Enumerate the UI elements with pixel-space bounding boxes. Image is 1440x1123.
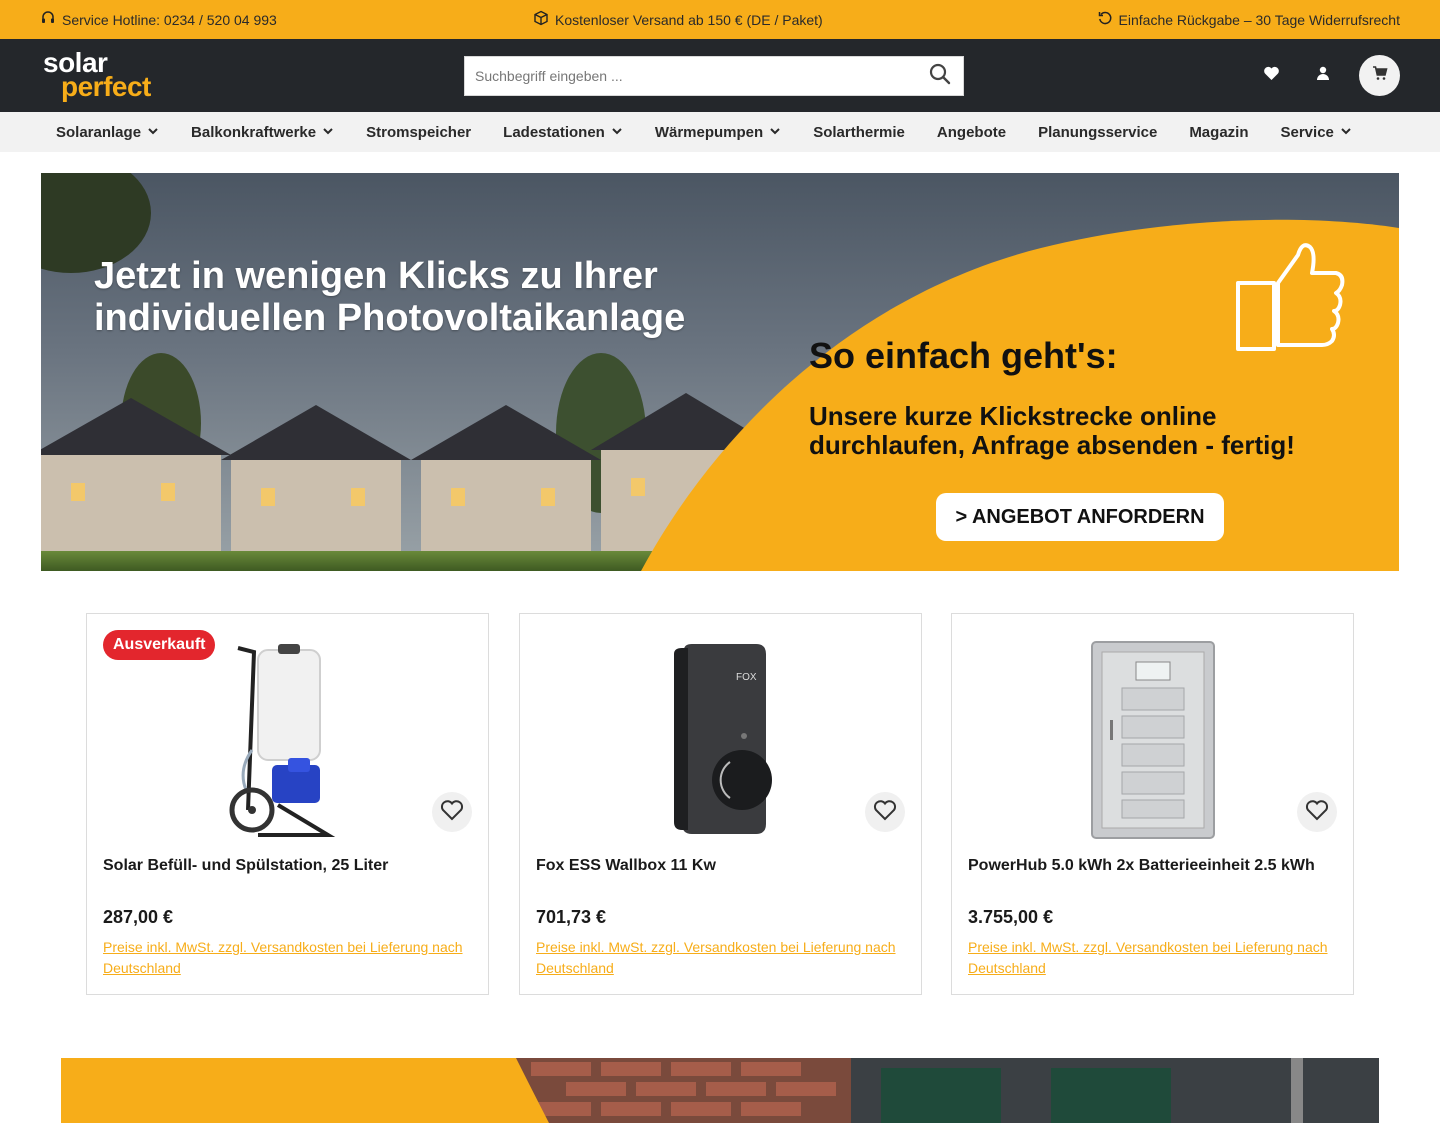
main-navigation: Solaranlage Balkonkraftwerke Stromspeicher… <box>0 112 1440 152</box>
logo-text-bottom: perfect <box>61 71 151 102</box>
header-actions <box>1255 55 1400 96</box>
sold-out-badge: Ausverkauft <box>103 630 216 660</box>
product-name[interactable]: Solar Befüll- und Spülstation, 25 Liter <box>103 857 473 875</box>
search-input[interactable] <box>465 57 917 95</box>
nav-item-wärmepumpen[interactable]: Wärmepumpen <box>639 112 797 152</box>
search-icon <box>928 62 952 91</box>
cart-button[interactable] <box>1359 55 1400 96</box>
product-image[interactable] <box>968 630 1338 850</box>
headset-icon <box>40 10 56 29</box>
shipping-info: Kostenloser Versand ab 150 € (DE / Paket… <box>533 0 823 39</box>
product-name[interactable]: PowerHub 5.0 kWh 2x Batterieeinheit 2.5 … <box>968 857 1338 875</box>
nav-item-label: Magazin <box>1189 123 1249 141</box>
site-header: solar perfect <box>0 39 1440 112</box>
product-price: 287,00 € <box>103 907 174 927</box>
heart-outline-icon <box>440 799 464 826</box>
nav-item-planungsservice[interactable]: Planungsservice <box>1022 112 1173 152</box>
user-icon <box>1315 65 1331 86</box>
nav-item-solaranlage[interactable]: Solaranlage <box>40 112 175 152</box>
chevron-down-icon <box>147 124 159 141</box>
nav-item-label: Wärmepumpen <box>654 123 764 141</box>
nav-item-label: Balkonkraftwerke <box>191 123 317 141</box>
wishlist-button[interactable] <box>1255 60 1287 92</box>
nav-item-service[interactable]: Service <box>1265 112 1368 152</box>
hero-subtitle: So einfach geht's: <box>809 335 1118 376</box>
return-arrow-icon <box>1097 10 1113 29</box>
nav-item-label: Angebote <box>936 123 1007 141</box>
chevron-down-icon <box>769 124 781 141</box>
hotline-text: Service Hotline: 0234 / 520 04 993 <box>62 11 277 28</box>
vat-shipping-link[interactable]: Preise inkl. MwSt. zzgl. Versandkosten b… <box>536 937 906 979</box>
chevron-down-icon <box>322 124 334 141</box>
service-topbar: Service Hotline: 0234 / 520 04 993 Koste… <box>0 0 1440 39</box>
promo-banner-image <box>61 1058 1379 1123</box>
cart-icon <box>1372 65 1388 86</box>
nav-item-label: Service <box>1280 123 1334 141</box>
battery-cabinet-image <box>1091 641 1215 839</box>
account-button[interactable] <box>1307 60 1339 92</box>
heart-outline-icon <box>873 799 897 826</box>
chevron-down-icon <box>611 124 623 141</box>
hero-text: Unsere kurze Klickstrecke online durchla… <box>809 401 1295 460</box>
nav-item-label: Ladestationen <box>503 123 605 141</box>
add-to-wishlist-button[interactable] <box>432 792 472 832</box>
product-card[interactable]: PowerHub 5.0 kWh 2x Batterieeinheit 2.5 … <box>951 613 1354 995</box>
add-to-wishlist-button[interactable] <box>865 792 905 832</box>
promo-banner[interactable] <box>61 1058 1379 1123</box>
nav-item-angebote[interactable]: Angebote <box>921 112 1022 152</box>
product-price: 3.755,00 € <box>968 907 1054 927</box>
product-price: 701,73 € <box>536 907 607 927</box>
product-card[interactable]: FOX Fox ESS Wallbox 11 Kw 701,73 € Preis… <box>519 613 922 995</box>
hotline-info[interactable]: Service Hotline: 0234 / 520 04 993 <box>40 0 277 39</box>
vat-shipping-link[interactable]: Preise inkl. MwSt. zzgl. Versandkosten b… <box>103 937 473 979</box>
nav-item-label: Planungsservice <box>1038 123 1158 141</box>
add-to-wishlist-button[interactable] <box>1297 792 1337 832</box>
search-bar <box>464 56 964 96</box>
request-offer-button[interactable]: > ANGEBOT ANFORDERN <box>936 493 1224 541</box>
shipping-text: Kostenloser Versand ab 150 € (DE / Paket… <box>555 11 823 28</box>
nav-item-balkonkraftwerke[interactable]: Balkonkraftwerke <box>175 112 350 152</box>
product-card[interactable]: Ausverkauft Solar Befüll- und Spülstatio… <box>86 613 489 995</box>
svg-text:FOX: FOX <box>736 672 757 683</box>
heart-icon <box>1263 66 1280 86</box>
package-icon <box>533 10 549 29</box>
nav-item-stromspeicher[interactable]: Stromspeicher <box>350 112 487 152</box>
solarperfect-logo[interactable]: solar perfect <box>43 48 178 104</box>
nav-item-solarthermie[interactable]: Solarthermie <box>797 112 921 152</box>
product-image[interactable] <box>103 630 473 850</box>
hero-banner[interactable]: Jetzt in wenigen Klicks zu Ihrer individ… <box>41 173 1399 571</box>
wallbox-image: FOX <box>674 644 772 834</box>
nav-item-label: Solarthermie <box>813 123 905 141</box>
search-button[interactable] <box>917 57 963 95</box>
hero-title: Jetzt in wenigen Klicks zu Ihrer individ… <box>94 255 686 339</box>
nav-item-label: Solaranlage <box>56 123 142 141</box>
nav-item-label: Stromspeicher <box>366 123 472 141</box>
returns-text: Einfache Rückgabe – 30 Tage Widerrufsrec… <box>1118 11 1400 28</box>
returns-info: Einfache Rückgabe – 30 Tage Widerrufsrec… <box>1097 0 1400 39</box>
product-name[interactable]: Fox ESS Wallbox 11 Kw <box>536 857 906 875</box>
nav-item-ladestationen[interactable]: Ladestationen <box>487 112 639 152</box>
product-image[interactable]: FOX <box>536 630 906 850</box>
chevron-down-icon <box>1340 124 1352 141</box>
filling-station-image <box>229 644 336 837</box>
nav-item-magazin[interactable]: Magazin <box>1173 112 1264 152</box>
heart-outline-icon <box>1305 799 1329 826</box>
vat-shipping-link[interactable]: Preise inkl. MwSt. zzgl. Versandkosten b… <box>968 937 1338 979</box>
